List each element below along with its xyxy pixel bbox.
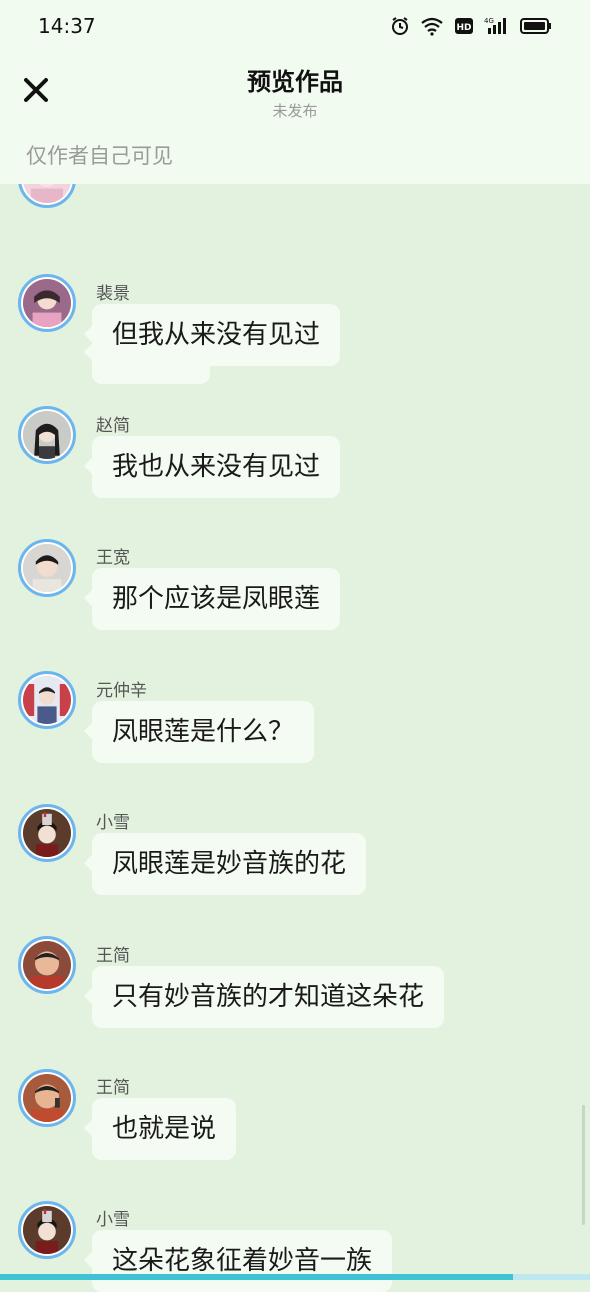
4g-signal-icon: 4G <box>484 16 510 40</box>
sender-name: 王简 <box>96 1078 130 1098</box>
sender-name: 小雪 <box>96 1210 130 1230</box>
avatar[interactable] <box>18 274 76 332</box>
visibility-note: 仅作者自己可见 <box>26 144 173 168</box>
status-icons: HD 4G <box>390 16 552 40</box>
message-bubble[interactable]: 只有妙音族的才知道这朵花 <box>83 966 445 1028</box>
message-bubble[interactable]: 但我从来没有见过 <box>83 304 341 366</box>
message-bubble[interactable]: 我也从来没有见过 <box>83 436 341 498</box>
wifi-icon <box>420 16 444 40</box>
hd-icon: HD <box>454 16 474 40</box>
avatar[interactable] <box>18 671 76 729</box>
header: 预览作品 未发布 <box>0 52 590 132</box>
avatar[interactable] <box>18 804 76 862</box>
sender-name: 王简 <box>96 946 130 966</box>
sender-name: 赵简 <box>96 416 130 436</box>
message-bubble[interactable]: 也就是说 <box>83 1098 237 1160</box>
avatar[interactable] <box>18 539 76 597</box>
message-bubble[interactable]: 那个应该是凤眼莲 <box>83 568 341 630</box>
sender-name: 裴景 <box>96 284 130 304</box>
message-bubble[interactable]: 这朵花象征着妙音一族 <box>83 1230 393 1292</box>
progress-bar <box>0 1274 590 1280</box>
avatar[interactable] <box>18 936 76 994</box>
svg-text:4G: 4G <box>484 17 494 25</box>
message-bubble[interactable]: 凤眼莲是什么？ <box>83 701 315 763</box>
top-bar: 14:37 HD 4G 预览作品 未发布 仅作者自己可见 <box>0 0 590 184</box>
status-time: 14:37 <box>38 14 96 38</box>
progress-fill <box>0 1274 514 1280</box>
sender-name: 小雪 <box>96 813 130 833</box>
message-bubble[interactable]: 凤眼莲是妙音族的花 <box>83 833 367 895</box>
scrollbar[interactable] <box>582 1105 585 1225</box>
avatar[interactable] <box>18 1069 76 1127</box>
publish-status: 未发布 <box>272 102 318 120</box>
status-bar: 14:37 HD 4G <box>0 0 590 52</box>
avatar[interactable] <box>18 1201 76 1259</box>
avatar[interactable] <box>18 406 76 464</box>
page-title: 预览作品 <box>247 68 343 96</box>
svg-text:HD: HD <box>456 23 471 33</box>
sender-name: 王宽 <box>96 548 130 568</box>
alarm-icon <box>390 16 410 40</box>
sender-name: 元仲辛 <box>96 681 147 701</box>
chat-list[interactable]: 很漂亮 裴景 但我从来没有见过 赵简 我也从来没有见过 王宽 那个应该是凤眼莲 <box>0 0 590 1292</box>
battery-icon <box>520 16 552 40</box>
